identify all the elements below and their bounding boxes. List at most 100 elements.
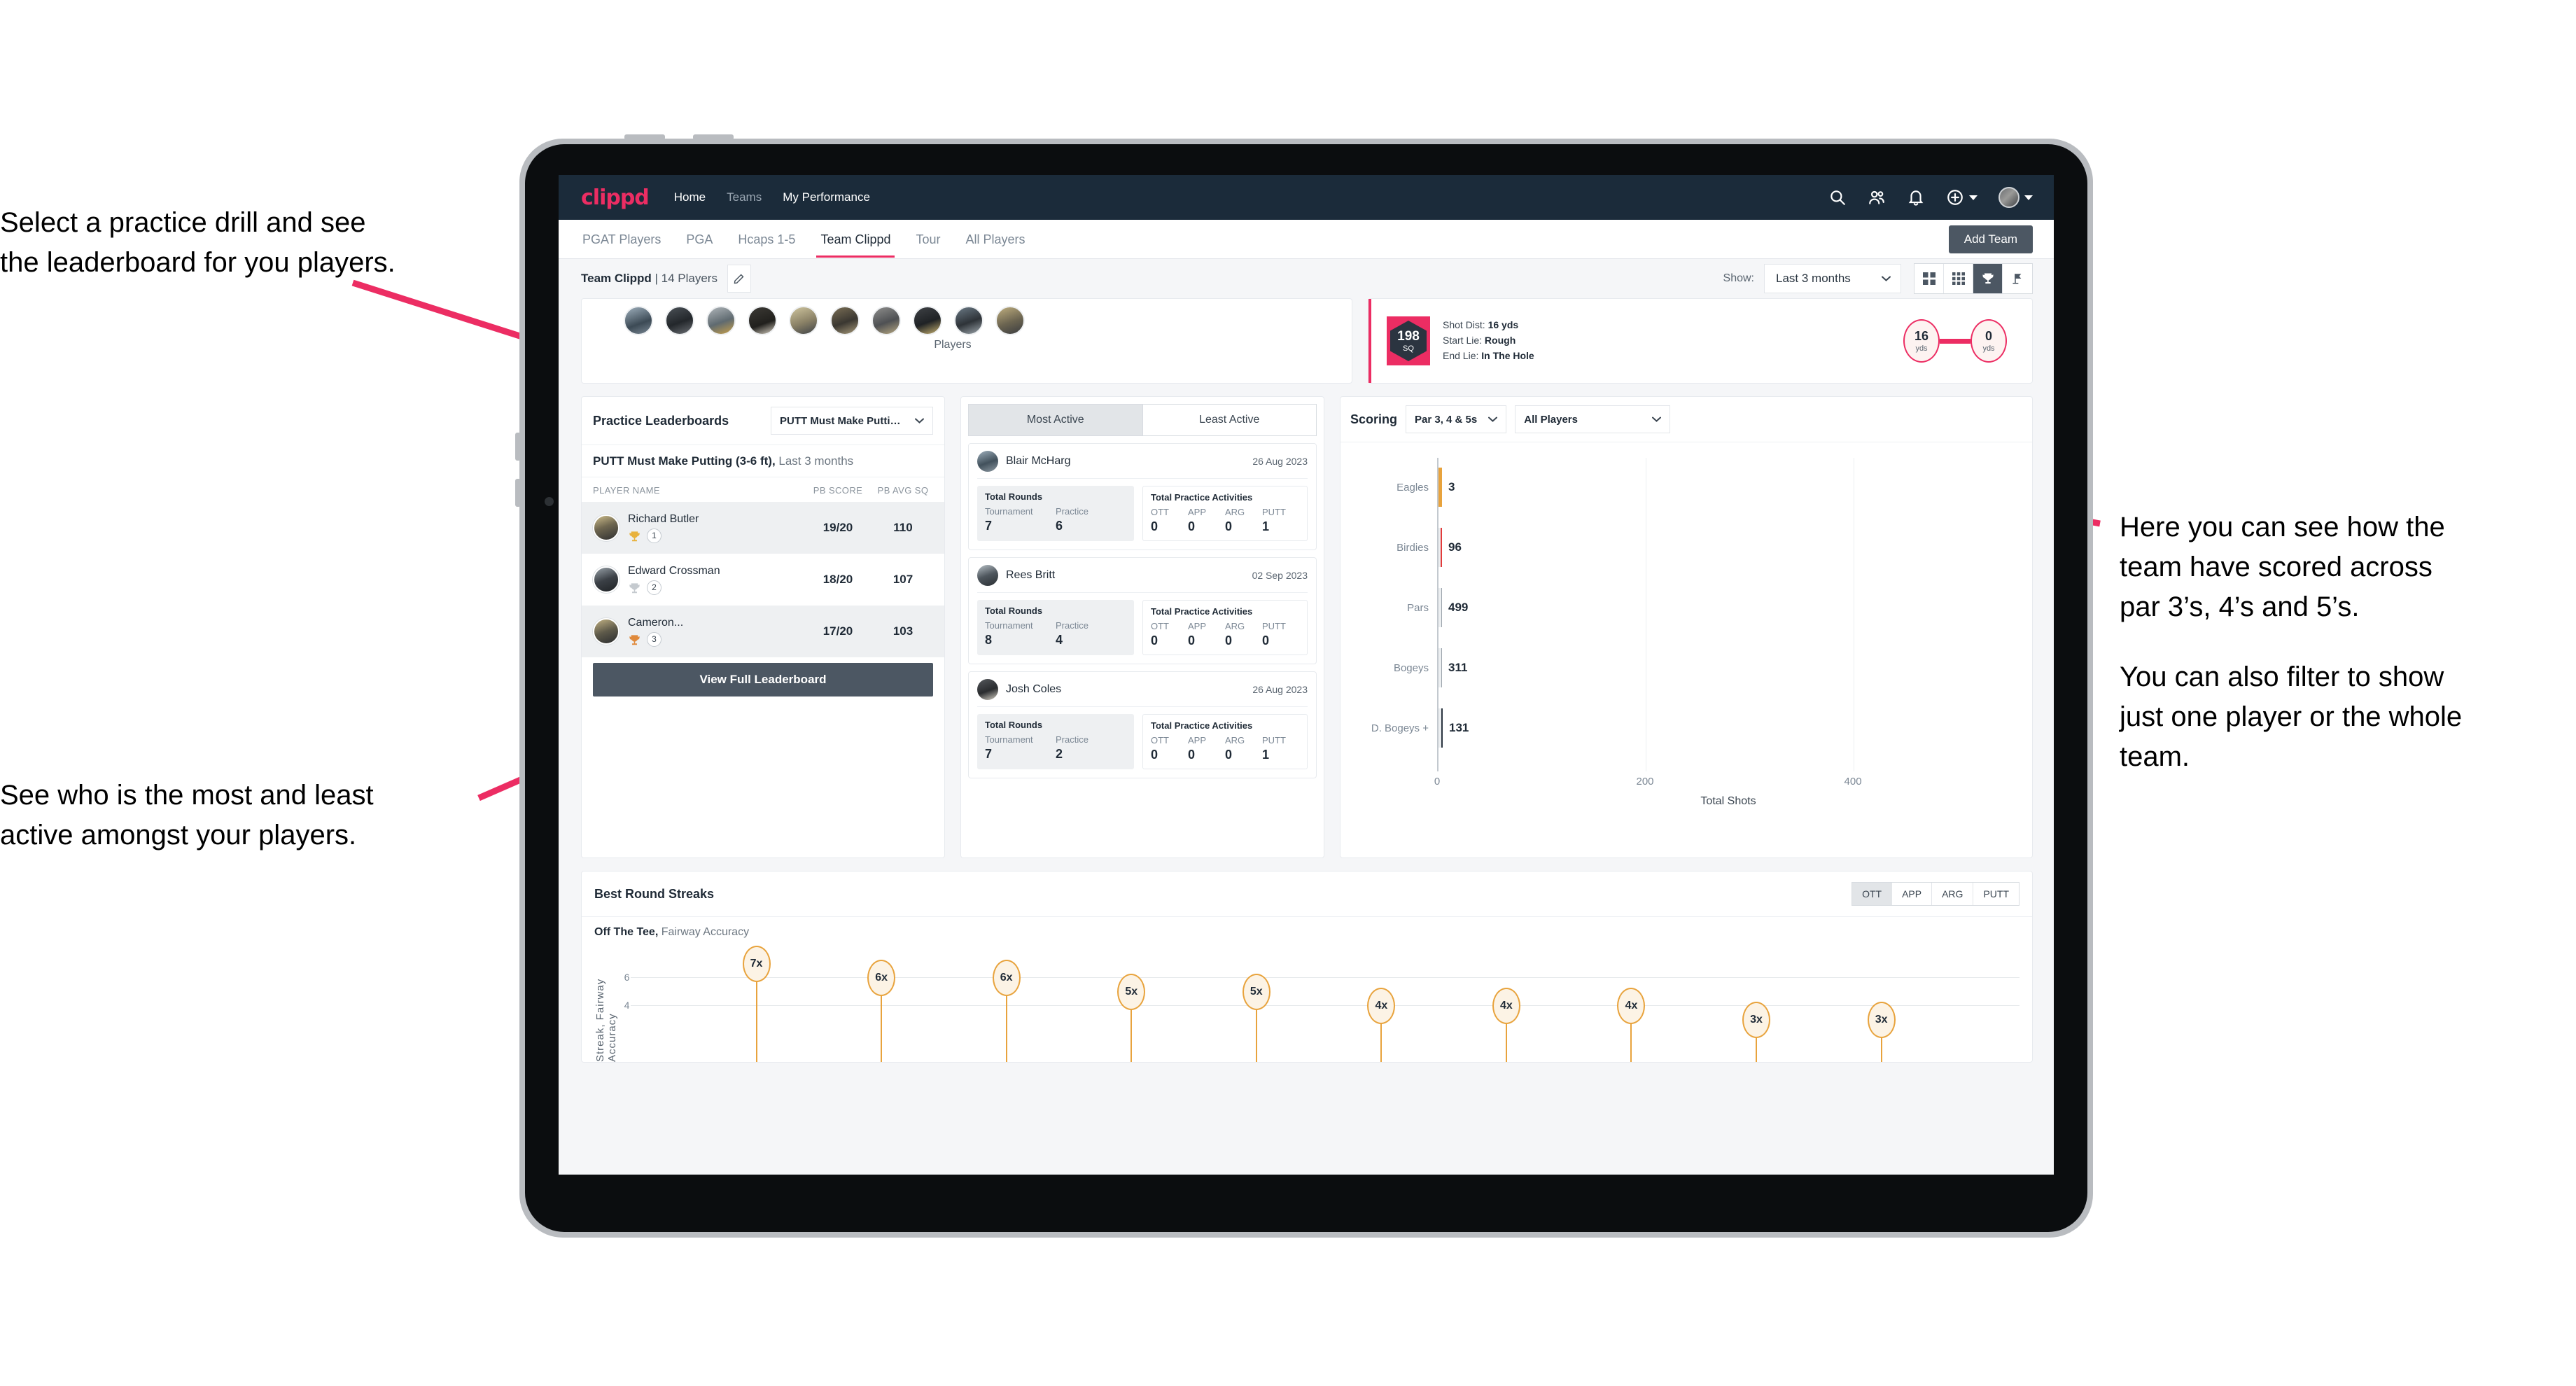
- list-item[interactable]: Blair McHarg 26 Aug 2023 Total Rounds To…: [968, 443, 1317, 550]
- tab-tour[interactable]: Tour: [914, 221, 941, 258]
- add-menu[interactable]: [1946, 188, 1977, 206]
- people-icon[interactable]: [1868, 188, 1886, 206]
- scoring-title: Scoring: [1350, 412, 1398, 426]
- segment-arg[interactable]: ARG: [1932, 883, 1974, 905]
- stat-value: 0: [1225, 519, 1233, 533]
- streaks-title: Best Round Streaks: [594, 886, 715, 901]
- tournament-stat: Tournament 7: [985, 734, 1056, 762]
- table-row[interactable]: Cameron... 3 17/20 103: [582, 606, 944, 657]
- scoring-bar-chart: Eagles 3 Birdies 96 Pars 499 Bogeys 311 …: [1340, 442, 2032, 829]
- period-select[interactable]: Last 3 months: [1764, 264, 1901, 293]
- player-avatar[interactable]: [665, 306, 694, 335]
- drill-select[interactable]: PUTT Must Make Putting ...: [771, 407, 933, 435]
- show-label: Show:: [1723, 272, 1754, 284]
- total-practice-activities-box: Total Practice Activities OTT 0 APP 0 AR…: [1142, 600, 1308, 655]
- stat-key: OTT: [1151, 507, 1169, 517]
- player-name: Josh Coles: [1006, 683, 1062, 695]
- search-icon[interactable]: [1828, 188, 1847, 206]
- lollipop-stem: 3x: [1867, 1002, 1896, 1062]
- rank-badge: 3: [647, 631, 662, 647]
- activity-stats: Total Rounds Tournament 7 Practice: [977, 714, 1308, 769]
- pb-score-value: 19/20: [822, 521, 853, 534]
- player-avatar[interactable]: [830, 306, 860, 335]
- segment-app[interactable]: APP: [1892, 883, 1933, 905]
- par-filter-select[interactable]: Par 3, 4 & 5s: [1406, 405, 1507, 433]
- activity-player-header: Josh Coles 26 Aug 2023: [977, 679, 1308, 707]
- bar-value: 96: [1448, 540, 1462, 554]
- streaks-subtitle: Off The Tee, Fairway Accuracy: [582, 917, 2032, 939]
- bar-cap: [1438, 468, 1442, 507]
- table-row[interactable]: Edward Crossman 2 18/20 107: [582, 554, 944, 606]
- team-title: Team Clippd | 14 Players: [581, 272, 718, 286]
- team-player-count: | 14 Players: [654, 272, 718, 285]
- tab-hcaps-1-5[interactable]: Hcaps 1-5: [736, 221, 797, 258]
- lollipop-value: 6x: [867, 960, 896, 996]
- edit-team-button[interactable]: [727, 265, 751, 293]
- nav-link-home[interactable]: Home: [674, 190, 706, 204]
- scoring-x-axis: 0 200 400: [1434, 771, 2019, 795]
- drill-select-value: PUTT Must Make Putting ...: [780, 414, 906, 427]
- clippd-logo[interactable]: clippd: [581, 186, 650, 210]
- team-name: Team Clippd: [581, 272, 652, 285]
- tab-pgat-players[interactable]: PGAT Players: [581, 221, 662, 258]
- segment-ott[interactable]: OTT: [1852, 883, 1893, 905]
- lollipop-stem: 7x: [742, 946, 771, 1062]
- player-avatar[interactable]: [872, 306, 901, 335]
- player-filter-select[interactable]: All Players: [1515, 405, 1671, 433]
- segment-putt[interactable]: PUTT: [1973, 883, 2019, 905]
- practice-leaderboard-card: Practice Leaderboards PUTT Must Make Put…: [581, 396, 945, 858]
- gridline: 6: [624, 972, 2019, 983]
- par-filter-value: Par 3, 4 & 5s: [1415, 413, 1478, 426]
- leaderboard-player-info: Cameron... 3: [628, 617, 803, 647]
- tab-all-players[interactable]: All Players: [965, 221, 1027, 258]
- annotation-line: team.: [2120, 741, 2190, 772]
- activity-player-header: Rees Britt 02 Sep 2023: [977, 565, 1308, 593]
- annotation-line: active amongst your players.: [0, 819, 357, 850]
- player-rank-badges: 2: [628, 580, 803, 595]
- plus-circle-icon[interactable]: [1946, 188, 1964, 206]
- grid-3x3-icon[interactable]: [1944, 264, 1973, 293]
- stat-key: OTT: [1151, 735, 1169, 746]
- player-avatar[interactable]: [624, 306, 653, 335]
- tab-least-active[interactable]: Least Active: [1143, 405, 1317, 435]
- profile-menu[interactable]: [1998, 187, 2033, 208]
- player-avatar[interactable]: [913, 306, 942, 335]
- avatar[interactable]: [1998, 187, 2019, 208]
- start-distance-value: 16: [1914, 328, 1929, 343]
- end-distance-unit: yds: [1982, 344, 1995, 353]
- list-item[interactable]: Rees Britt 02 Sep 2023 Total Rounds Tour…: [968, 557, 1317, 664]
- trophy-icon[interactable]: [1973, 264, 2003, 293]
- flag-icon[interactable]: [2003, 264, 2032, 293]
- chevron-down-icon: [915, 418, 924, 424]
- total-practice-activities-box: Total Practice Activities OTT 0 APP 0 AR…: [1142, 714, 1308, 769]
- tab-pga[interactable]: PGA: [685, 221, 714, 258]
- list-item[interactable]: Josh Coles 26 Aug 2023 Total Rounds Tour…: [968, 671, 1317, 778]
- trophy-icon: [628, 582, 641, 594]
- nav-link-my-performance[interactable]: My Performance: [783, 190, 870, 204]
- lollipop-stem: 3x: [1742, 1002, 1771, 1062]
- tab-team-clippd[interactable]: Team Clippd: [816, 221, 895, 258]
- player-name: Cameron...: [628, 616, 684, 629]
- table-row[interactable]: Richard Butler 1 19/20 110: [582, 502, 944, 554]
- start-lie-key: Start Lie:: [1443, 335, 1483, 346]
- bell-icon[interactable]: [1907, 188, 1925, 206]
- view-full-leaderboard-button[interactable]: View Full Leaderboard: [593, 663, 933, 696]
- player-name: Rees Britt: [1006, 569, 1056, 581]
- player-avatar[interactable]: [954, 306, 983, 335]
- player-avatar[interactable]: [706, 306, 736, 335]
- player-avatar: [977, 451, 998, 472]
- end-distance-bubble: 0 yds: [1970, 319, 2007, 363]
- practice-stat: Practice 4: [1056, 620, 1126, 648]
- arg-stat: ARG 0: [1225, 735, 1262, 762]
- nav-link-teams[interactable]: Teams: [727, 190, 762, 204]
- grid-2x2-icon[interactable]: [1914, 264, 1944, 293]
- player-avatar[interactable]: [748, 306, 777, 335]
- streaks-y-axis-label: Streak, Fairway Accuracy: [594, 978, 618, 1062]
- add-team-button[interactable]: Add Team: [1948, 225, 2033, 253]
- player-avatar[interactable]: [789, 306, 818, 335]
- start-distance-bubble: 16 yds: [1903, 319, 1940, 363]
- player-avatar[interactable]: [995, 306, 1025, 335]
- tab-most-active[interactable]: Most Active: [969, 405, 1143, 435]
- leaderboard-player-info: Richard Butler 1: [628, 513, 803, 543]
- y-tick: 4: [624, 1000, 630, 1011]
